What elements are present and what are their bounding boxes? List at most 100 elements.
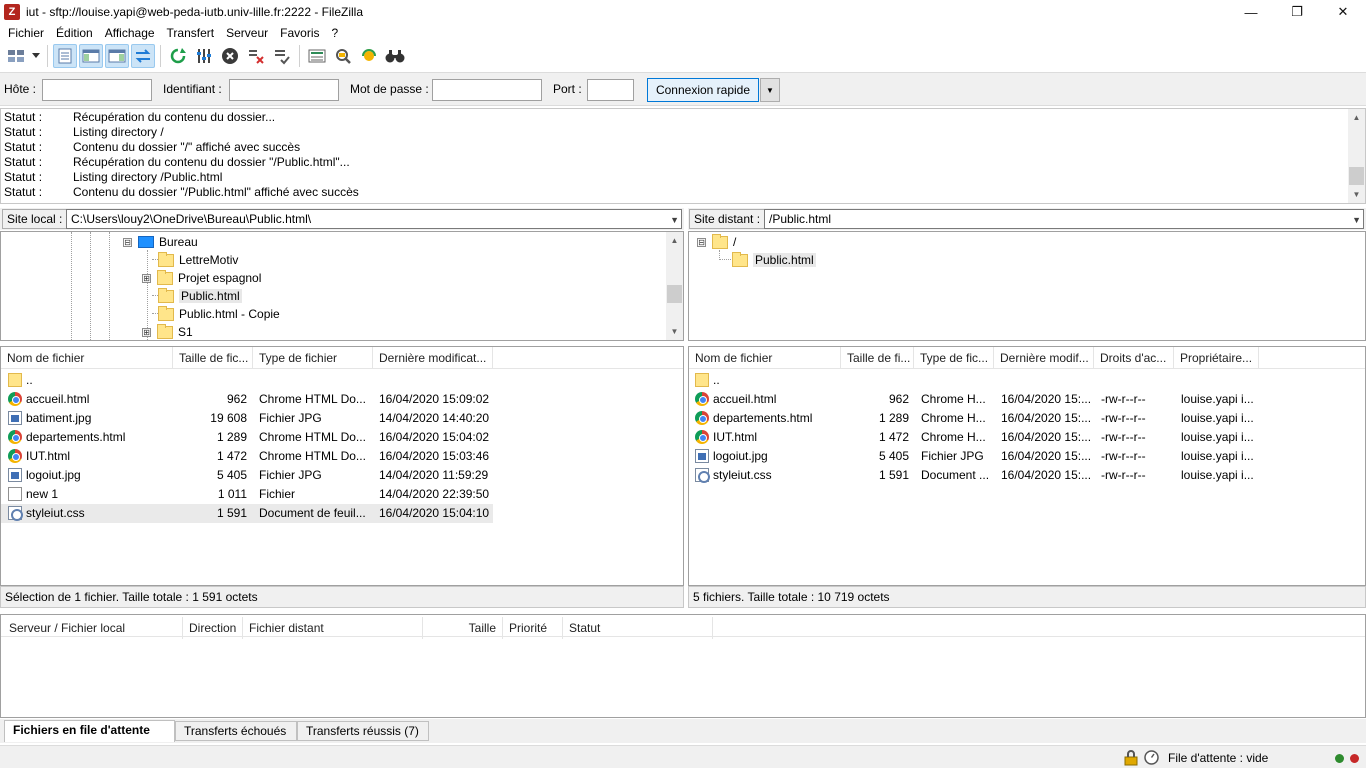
column-header-type[interactable]: Type de fic... xyxy=(914,347,994,369)
dropdown-arrow-icon[interactable] xyxy=(30,44,42,68)
toggle-remote-tree-icon[interactable] xyxy=(105,44,129,68)
file-row[interactable]: logoiut.jpg 5 405 Fichier JPG 14/04/2020… xyxy=(1,466,683,485)
collapse-icon[interactable]: ⊟ xyxy=(697,237,706,247)
local-file-list[interactable]: Nom de fichier Taille de fic... Type de … xyxy=(0,346,684,586)
local-tree-scrollbar[interactable]: ▲ ▼ xyxy=(666,232,683,340)
scroll-up-icon[interactable]: ▲ xyxy=(1348,109,1365,126)
folder-icon xyxy=(157,269,173,285)
quick-connect-button[interactable]: Connexion rapide xyxy=(647,78,759,102)
site-manager-icon[interactable] xyxy=(4,44,28,68)
column-header-size[interactable]: Taille de fi... xyxy=(841,347,914,369)
message-log[interactable]: Statut : Récupération du contenu du dossi… xyxy=(0,108,1366,204)
column-header-date[interactable]: Dernière modificat... xyxy=(373,347,493,369)
tree-node-projet-espagnol[interactable]: ⊞ Projet espagnol xyxy=(142,269,261,287)
column-header-name[interactable]: Nom de fichier xyxy=(689,347,841,369)
menu-favoris[interactable]: Favoris xyxy=(274,24,325,42)
remote-file-list[interactable]: Nom de fichier Taille de fi... Type de f… xyxy=(688,346,1366,586)
file-row[interactable]: IUT.html 1 472 Chrome HTML Do... 16/04/2… xyxy=(1,447,683,466)
menu-serveur[interactable]: Serveur xyxy=(220,24,274,42)
column-header-size[interactable]: Taille de fic... xyxy=(173,347,253,369)
column-header-date[interactable]: Dernière modif... xyxy=(994,347,1094,369)
status-bar: File d'attente : vide xyxy=(0,745,1366,768)
file-row[interactable]: accueil.html 962 Chrome HTML Do... 16/04… xyxy=(1,390,683,409)
menu-edition[interactable]: Édition xyxy=(50,24,99,42)
toggle-message-log-icon[interactable] xyxy=(53,44,77,68)
tree-node-public-html[interactable]: Public.html xyxy=(158,287,242,305)
queue-column-size[interactable]: Taille xyxy=(423,617,503,639)
file-row[interactable]: logoiut.jpg 5 405 Fichier JPG 16/04/2020… xyxy=(689,447,1365,466)
menu-transfert[interactable]: Transfert xyxy=(161,24,221,42)
process-queue-icon[interactable] xyxy=(192,44,216,68)
synchronized-browsing-icon[interactable] xyxy=(357,44,381,68)
minimize-button[interactable]: — xyxy=(1228,0,1274,24)
file-row[interactable]: IUT.html 1 472 Chrome H... 16/04/2020 15… xyxy=(689,428,1365,447)
scroll-thumb[interactable] xyxy=(667,285,682,303)
column-header-type[interactable]: Type de fichier xyxy=(253,347,373,369)
quick-connect-dropdown-button[interactable]: ▼ xyxy=(760,78,780,102)
password-input[interactable] xyxy=(432,79,542,101)
tree-node-bureau[interactable]: ⊟ Bureau xyxy=(123,233,198,251)
tree-node-remote-public-html[interactable]: Public.html xyxy=(732,251,816,269)
disconnect-icon[interactable] xyxy=(244,44,268,68)
menu-fichier[interactable]: Fichier xyxy=(2,24,50,42)
file-row-selected[interactable]: styleiut.css 1 591 Document de feuil... … xyxy=(1,504,493,523)
scroll-thumb[interactable] xyxy=(1349,167,1364,185)
maximize-button[interactable]: ❐ xyxy=(1274,0,1320,24)
toggle-comparison-icon[interactable] xyxy=(331,44,355,68)
queue-column-status[interactable]: Statut xyxy=(563,617,713,639)
column-header-permissions[interactable]: Droits d'ac... xyxy=(1094,347,1174,369)
collapse-icon[interactable]: ⊟ xyxy=(123,237,132,247)
transfer-queue[interactable]: Serveur / Fichier local Direction Fichie… xyxy=(0,614,1366,718)
file-row[interactable]: .. xyxy=(1,371,683,390)
queue-column-direction[interactable]: Direction xyxy=(183,617,243,639)
queue-column-local[interactable]: Serveur / Fichier local xyxy=(3,617,183,639)
host-input[interactable] xyxy=(42,79,152,101)
tree-node-s1[interactable]: ⊞ S1 xyxy=(142,323,193,340)
directory-listing-filters-icon[interactable] xyxy=(305,44,329,68)
log-entry: Statut : Récupération du contenu du dossi… xyxy=(4,110,276,124)
file-row[interactable]: batiment.jpg 19 608 Fichier JPG 14/04/20… xyxy=(1,409,683,428)
queue-column-remote[interactable]: Fichier distant xyxy=(243,617,423,639)
column-header-owner[interactable]: Propriétaire... xyxy=(1174,347,1259,369)
menu-help[interactable]: ? xyxy=(326,24,345,42)
file-row[interactable]: accueil.html 962 Chrome H... 16/04/2020 … xyxy=(689,390,1365,409)
chevron-down-icon[interactable]: ▼ xyxy=(1352,211,1361,229)
tree-node-public-html-copie[interactable]: Public.html - Copie xyxy=(158,305,280,323)
tree-node-lettremotiv[interactable]: LettreMotiv xyxy=(158,251,238,269)
remote-path-input[interactable]: /Public.html ▼ xyxy=(764,209,1364,229)
file-row[interactable]: departements.html 1 289 Chrome H... 16/0… xyxy=(689,409,1365,428)
toggle-queue-icon[interactable] xyxy=(131,44,155,68)
chevron-down-icon[interactable]: ▼ xyxy=(670,211,679,229)
scroll-down-icon[interactable]: ▼ xyxy=(1348,186,1365,203)
expand-icon[interactable]: ⊞ xyxy=(142,327,151,337)
speed-limit-icon[interactable] xyxy=(1144,750,1159,765)
menu-affichage[interactable]: Affichage xyxy=(99,24,161,42)
tab-queued-files[interactable]: Fichiers en file d'attente xyxy=(4,720,175,742)
scroll-up-icon[interactable]: ▲ xyxy=(666,232,683,249)
search-files-icon[interactable] xyxy=(383,44,407,68)
tab-failed-transfers[interactable]: Transferts échoués xyxy=(175,721,297,741)
local-directory-tree[interactable]: ⊟ Bureau LettreMotiv ⊞ Projet espagnol P… xyxy=(0,231,684,341)
toggle-local-tree-icon[interactable] xyxy=(79,44,103,68)
local-path-input[interactable]: C:\Users\louy2\OneDrive\Bureau\Public.ht… xyxy=(66,209,682,229)
remote-directory-tree[interactable]: ⊟ / Public.html xyxy=(688,231,1366,341)
refresh-icon[interactable] xyxy=(166,44,190,68)
tree-node-root[interactable]: ⊟ / xyxy=(697,233,736,251)
cancel-icon[interactable] xyxy=(218,44,242,68)
port-input[interactable] xyxy=(587,79,634,101)
queue-column-priority[interactable]: Priorité xyxy=(503,617,563,639)
user-input[interactable] xyxy=(229,79,339,101)
log-scrollbar[interactable]: ▲ ▼ xyxy=(1348,109,1365,203)
reconnect-icon[interactable] xyxy=(270,44,294,68)
column-header-name[interactable]: Nom de fichier xyxy=(1,347,173,369)
expand-icon[interactable]: ⊞ xyxy=(142,273,151,283)
close-button[interactable]: ✕ xyxy=(1320,0,1366,24)
file-row[interactable]: new 1 1 011 Fichier 14/04/2020 22:39:50 xyxy=(1,485,683,504)
download-led-icon xyxy=(1350,754,1359,763)
file-row[interactable]: departements.html 1 289 Chrome HTML Do..… xyxy=(1,428,683,447)
file-row[interactable]: styleiut.css 1 591 Document ... 16/04/20… xyxy=(689,466,1365,485)
file-row[interactable]: .. xyxy=(689,371,1365,390)
tab-successful-transfers[interactable]: Transferts réussis (7) xyxy=(297,721,429,741)
scroll-down-icon[interactable]: ▼ xyxy=(666,323,683,340)
toolbar xyxy=(0,42,1366,70)
